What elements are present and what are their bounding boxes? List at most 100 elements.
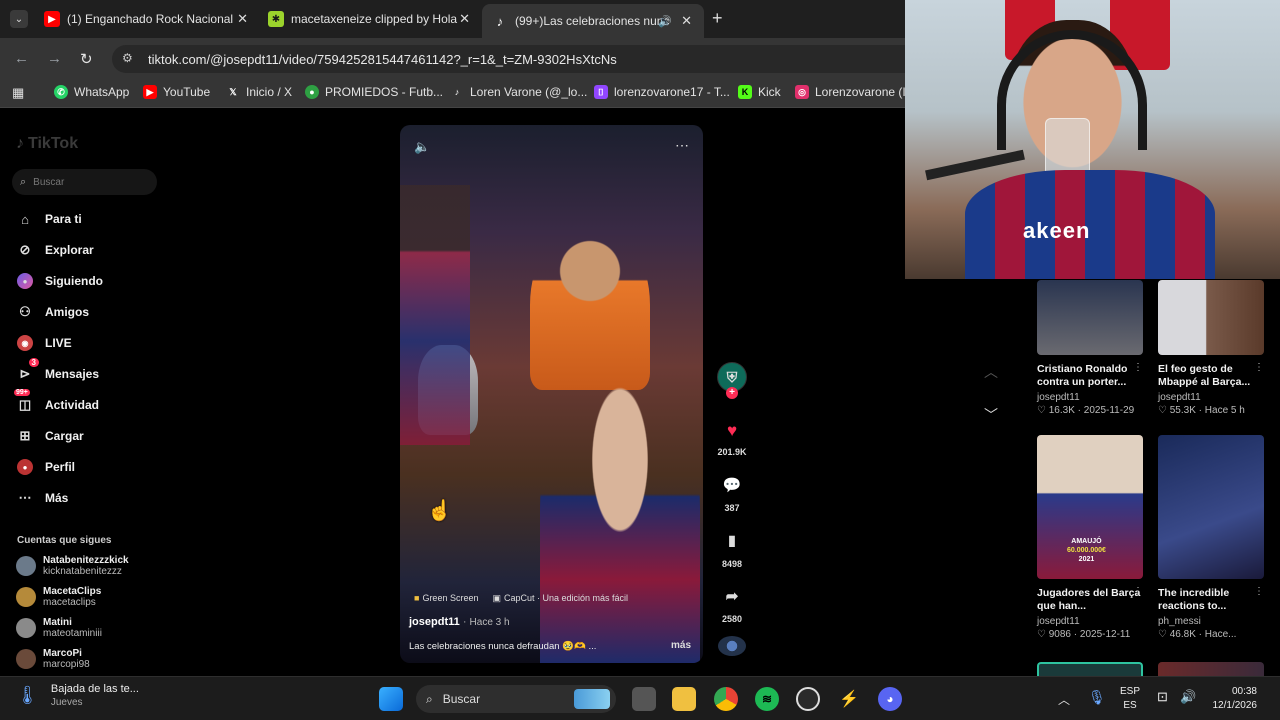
related-video-card[interactable]: El feo gesto de Mbappé al Barça... josep…: [1158, 280, 1264, 416]
apps-icon[interactable]: ▦: [12, 85, 24, 101]
following-handle: kicknatabenitezzz: [43, 566, 122, 577]
nav-para-ti[interactable]: ⌂ Para ti: [17, 211, 82, 227]
share-button[interactable]: ➦ 2580: [714, 587, 750, 624]
activity-badge: 99+: [14, 389, 30, 396]
save-button[interactable]: ▮ 8498: [714, 532, 750, 569]
forward-arrow-icon[interactable]: →: [47, 50, 62, 67]
microphone-icon[interactable]: 🎙: [1088, 689, 1106, 706]
following-item[interactable]: Natabenitezzzkick kicknatabenitezzz: [16, 555, 129, 577]
card-options-icon[interactable]: ⋮: [1254, 586, 1264, 597]
more-options-icon[interactable]: ⋯: [675, 137, 689, 154]
close-icon[interactable]: ✕: [237, 11, 248, 27]
task-view-icon[interactable]: [632, 687, 656, 711]
nav-actividad[interactable]: ◫ 99+ Actividad: [14, 389, 99, 413]
site-info-icon[interactable]: ⚙: [122, 51, 133, 65]
messages-badge: 3: [28, 358, 39, 367]
caption-more-link[interactable]: más: [671, 640, 691, 651]
following-item[interactable]: MarcoPi marcopi98: [16, 648, 90, 670]
close-icon[interactable]: ✕: [681, 13, 692, 29]
comment-button[interactable]: 💬 387: [714, 476, 750, 513]
card-options-icon[interactable]: ⋮: [1133, 362, 1143, 373]
clock[interactable]: 00:38 12/1/2026: [1205, 685, 1258, 713]
bookmark-x[interactable]: 𝕏 Inicio / X: [226, 85, 292, 99]
bookmark-instagram[interactable]: ◎ Lorenzovarone (In: [795, 85, 912, 99]
bookmark-promiedos[interactable]: ● PROMIEDOS - Futb...: [305, 85, 443, 99]
chevron-up-icon[interactable]: ︿: [984, 362, 998, 382]
related-video-card[interactable]: The incredible reactions to... ph_messi …: [1158, 435, 1264, 640]
video-author-line: josepdt11 · Hace 3 h: [409, 616, 510, 628]
windows-start-icon[interactable]: [379, 687, 403, 711]
nav-label: Siguiendo: [45, 274, 103, 288]
video-author[interactable]: josepdt11: [409, 616, 460, 628]
music-disc-icon[interactable]: [718, 636, 746, 656]
search-input[interactable]: ⌕ Buscar: [12, 169, 157, 195]
spotify-icon[interactable]: ≋: [755, 687, 779, 711]
file-explorer-icon[interactable]: [672, 687, 696, 711]
back-arrow-icon[interactable]: ←: [14, 50, 29, 67]
tiktok-logo[interactable]: ♪ TikTok: [16, 135, 78, 153]
language-indicator[interactable]: ESP ES: [1120, 685, 1140, 713]
tab-youtube[interactable]: ▶ (1) Enganchado Rock Nacional ✕: [44, 6, 248, 32]
video-thumbnail: [1158, 435, 1264, 579]
mute-icon[interactable]: 🔈: [414, 139, 430, 155]
bookmark-youtube[interactable]: ▶ YouTube: [143, 85, 210, 99]
card-options-icon[interactable]: ⋮: [1133, 586, 1143, 597]
bookmark-label: Lorenzovarone (In: [815, 85, 913, 99]
green-screen-tag[interactable]: ■ Green Screen: [414, 593, 478, 604]
nav-explorar[interactable]: ⊘ Explorar: [17, 242, 94, 258]
separator: ·: [462, 616, 470, 628]
video-thumbnail[interactable]: [1037, 662, 1143, 676]
new-tab-button[interactable]: +: [712, 8, 723, 29]
video-left-player: [400, 185, 470, 445]
logo-text: TikTok: [28, 135, 79, 152]
search-placeholder: Buscar: [33, 176, 65, 188]
nav-label: Perfil: [45, 460, 76, 474]
nav-siguiendo[interactable]: ● Siguiendo: [17, 273, 103, 289]
discord-icon[interactable]: ◕: [878, 687, 902, 711]
video-thumbnail[interactable]: [1158, 662, 1264, 676]
following-item[interactable]: MacetaClips macetaclips: [16, 586, 101, 608]
related-video-card[interactable]: Cristiano Ronaldo contra un porter... jo…: [1037, 280, 1143, 416]
following-handle: marcopi98: [43, 659, 90, 670]
card-author: josepdt11: [1158, 392, 1201, 403]
close-icon[interactable]: ✕: [459, 11, 470, 27]
nav-cargar[interactable]: ⊞ Cargar: [17, 428, 84, 444]
reload-icon[interactable]: ↻: [80, 50, 93, 68]
related-video-card[interactable]: AMAUJÓ 60.000.000€ 2021 Jugadores del Ba…: [1037, 435, 1143, 640]
chevron-down-icon[interactable]: ﹀: [984, 405, 998, 425]
youtube-icon: ▶: [143, 85, 157, 99]
bookmark-tiktok[interactable]: ♪ Loren Varone (@_lo...: [450, 85, 588, 99]
following-item[interactable]: Matini mateotaminiii: [16, 617, 102, 639]
bookmark-twitch[interactable]: ⌷ lorenzovarone17 - T...: [594, 85, 730, 99]
network-icon[interactable]: ⊡: [1157, 689, 1168, 705]
tab-tiktok[interactable]: ♪ (99+)Las celebraciones nunc 🔊 ✕: [482, 4, 704, 38]
bookmark-kick[interactable]: K Kick: [738, 85, 781, 99]
like-button[interactable]: ♥ 201.9K: [714, 421, 750, 457]
nav-mensajes[interactable]: ⊳ 3 Mensajes: [17, 358, 99, 382]
tiktok-icon: ♪: [16, 135, 24, 152]
nav-live[interactable]: ◉ LIVE: [17, 335, 72, 351]
obs-icon[interactable]: [796, 687, 820, 711]
follow-plus-icon[interactable]: +: [726, 387, 738, 399]
taskbar-search[interactable]: ⌕ Buscar: [416, 685, 616, 713]
chevron-up-icon[interactable]: ︿: [1058, 691, 1070, 708]
video-player[interactable]: 🔈 ⋯ ■ Green Screen ▣ CapCut · Una edición …: [400, 125, 703, 663]
chrome-icon[interactable]: [714, 687, 738, 711]
speaker-icon[interactable]: 🔊: [658, 15, 672, 28]
tag-icon: ■: [414, 593, 420, 603]
tab-search-button[interactable]: ⌄: [10, 10, 28, 28]
capcut-icon: ▣: [492, 593, 501, 603]
overlay-line: 2021: [1078, 556, 1095, 563]
card-options-icon[interactable]: ⋮: [1254, 362, 1264, 373]
weather-widget[interactable]: 🌡 Bajada de las te... Jueves: [16, 683, 139, 708]
bookmark-whatsapp[interactable]: ✆ WhatsApp: [54, 85, 129, 99]
avatar: [16, 587, 36, 607]
nav-mas[interactable]: ⋯ Más: [17, 490, 69, 506]
volume-icon[interactable]: 🔊: [1180, 689, 1196, 705]
nav-amigos[interactable]: ⚇ Amigos: [17, 304, 89, 320]
game-launcher-icon[interactable]: ⚡: [837, 687, 861, 711]
author-avatar[interactable]: ⛨ +: [714, 362, 750, 399]
capcut-tag[interactable]: ▣ CapCut · Una edición más fácil: [492, 593, 628, 604]
tab-macetaclips[interactable]: ✱ macetaxeneize clipped by Hola ✕: [268, 6, 470, 32]
nav-perfil[interactable]: ● Perfil: [17, 459, 75, 475]
